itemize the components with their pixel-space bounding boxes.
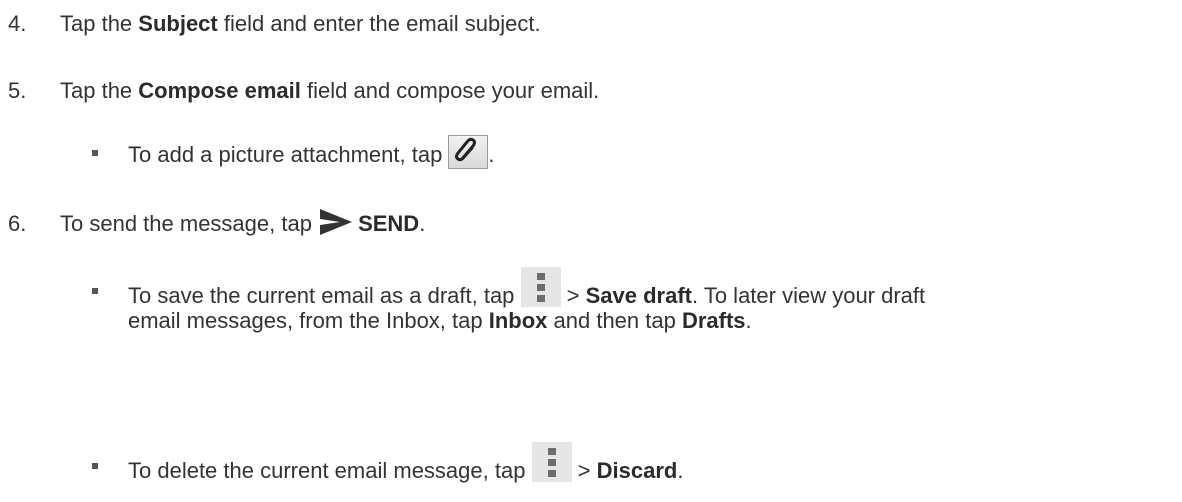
bullet-text: email messages, from the Inbox, tap Inbo… — [128, 308, 752, 333]
bullet-marker — [92, 150, 98, 156]
bullet-text: To add a picture attachment, tap . — [128, 135, 495, 173]
overflow-menu-icon — [520, 267, 561, 307]
step-text: To send the message, tap SEND. — [60, 207, 425, 240]
instruction-page: 4. Tap the Subject field and enter the e… — [0, 0, 1182, 502]
bullet-text: To delete the current email message, tap… — [128, 442, 683, 492]
step-text: Tap the Compose email field and compose … — [60, 78, 600, 103]
send-arrow-icon — [318, 207, 354, 237]
paperclip-icon — [448, 135, 489, 169]
overflow-menu-icon — [531, 442, 572, 482]
step-number: 4. — [8, 11, 27, 36]
bullet-marker — [92, 463, 98, 469]
step-number: 6. — [8, 211, 27, 236]
step-text: Tap the Subject field and enter the emai… — [60, 11, 541, 36]
step-number: 5. — [8, 78, 27, 103]
bullet-marker — [92, 288, 98, 294]
